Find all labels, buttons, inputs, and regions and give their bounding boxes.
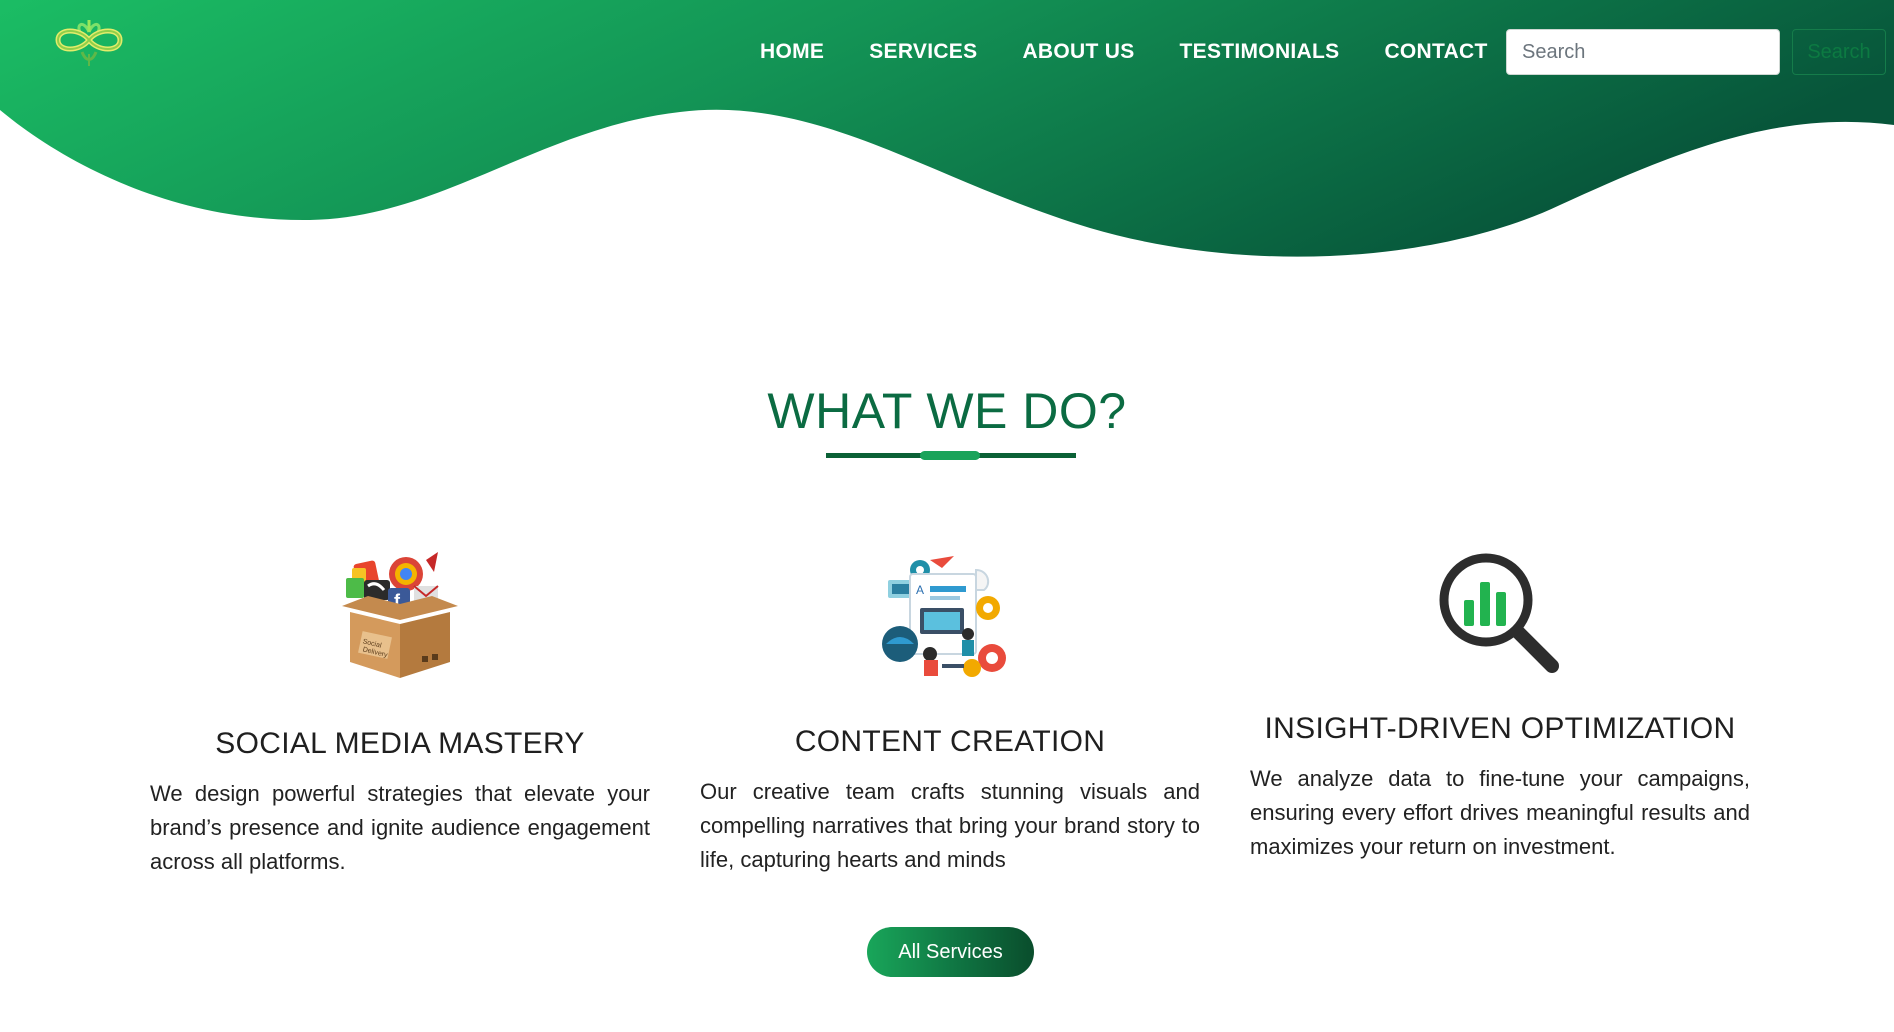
main-nav: HOME SERVICES ABOUT US TESTIMONIALS CONT…	[760, 40, 1488, 64]
magnifier-chart-icon	[1439, 553, 1559, 673]
title-underline-accent	[920, 451, 980, 460]
card-description: Our creative team crafts stunning visual…	[700, 779, 1200, 872]
card-description: We design powerful strategies that eleva…	[150, 781, 650, 874]
card-title: CONTENT CREATION	[794, 725, 1106, 758]
search-button[interactable]: Search	[1792, 29, 1886, 75]
all-services-button[interactable]: All Services	[867, 927, 1034, 977]
nav-services-link[interactable]: SERVICES	[869, 40, 977, 64]
content-creation-icon: A	[882, 556, 1006, 677]
nav-contact-link[interactable]: CONTACT	[1384, 40, 1487, 64]
page: HOME SERVICES ABOUT US TESTIMONIALS CONT…	[0, 0, 1894, 1032]
nav-about-us-link[interactable]: ABOUT US	[1022, 40, 1134, 64]
card-description: We analyze data to fine-tune your campai…	[1250, 766, 1750, 859]
section-title: WHAT WE DO?	[767, 383, 1127, 439]
card-title: INSIGHT-DRIVEN OPTIMIZATION	[1264, 712, 1736, 745]
nav-testimonials-link[interactable]: TESTIMONIALS	[1180, 40, 1340, 64]
social-box-icon: f Social Delivery	[342, 552, 458, 678]
infinity-leaf-logo-icon[interactable]	[46, 10, 132, 72]
search-input[interactable]	[1506, 29, 1780, 75]
card-title: SOCIAL MEDIA MASTERY	[215, 727, 585, 760]
nav-home-link[interactable]: HOME	[760, 40, 824, 64]
svg-text:A: A	[916, 583, 924, 597]
